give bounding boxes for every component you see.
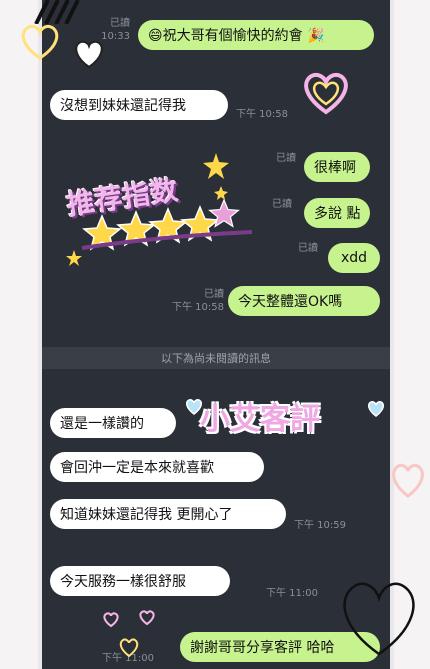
message-time: 下午 10:58 <box>236 109 288 120</box>
sparkle-icon <box>66 250 82 266</box>
heart-outline-icon <box>343 582 415 656</box>
heart-outline-icon <box>75 40 103 69</box>
message-text: 今天整體還OK嗎 <box>238 294 343 310</box>
message-bubble-incoming[interactable]: 沒想到妹妹還記得我 <box>50 90 228 120</box>
message-bubble-incoming[interactable]: 會回沖一定是本來就喜歡 <box>50 452 264 482</box>
sparkle-icon <box>203 153 229 179</box>
message-bubble-incoming[interactable]: 知道妹妹還記得我 更開心了 <box>50 499 286 529</box>
message-text: 會回沖一定是本來就喜歡 <box>60 460 214 476</box>
read-status: 已讀 <box>298 243 318 254</box>
heart-outline-icon <box>185 399 203 415</box>
heart-outline-icon <box>103 612 119 628</box>
heart-outline-icon <box>119 638 139 658</box>
heart-glow-icon <box>21 24 59 60</box>
message-text: 很棒啊 <box>314 160 356 176</box>
message-time: 下午 11:00 <box>266 588 318 599</box>
message-bubble-outgoing[interactable]: 很棒啊 <box>304 152 370 182</box>
message-bubble-incoming[interactable]: 還是一樣讚的 <box>50 408 176 438</box>
message-bubble-outgoing[interactable]: 😄祝大哥有個愉快的約會 🎉 <box>138 20 374 50</box>
message-text: 今天服務一樣很舒服 <box>60 574 186 590</box>
stripe-decoration <box>34 0 80 24</box>
message-text: 謝謝哥哥分享客評 哈哈 <box>190 640 335 656</box>
star-icon <box>82 205 220 251</box>
message-text: 😄祝大哥有個愉快的約會 🎉 <box>148 28 325 44</box>
message-text: 多說 點 <box>314 206 361 222</box>
message-text: 還是一樣讚的 <box>60 416 144 432</box>
read-status: 已讀 下午 10:58 <box>172 289 224 313</box>
message-text: 知道妹妹還記得我 更開心了 <box>60 507 233 523</box>
message-bubble-outgoing[interactable]: xdd <box>328 243 380 273</box>
read-status: 已讀 <box>276 153 296 164</box>
heart-outline-icon <box>139 610 155 626</box>
heart-glow-icon <box>304 72 348 115</box>
message-time: 下午 10:59 <box>294 520 346 531</box>
message-bubble-outgoing[interactable]: 多說 點 <box>304 198 370 228</box>
unread-divider: 以下為尚未閱讀的訊息 <box>42 347 390 369</box>
read-status: 已讀 <box>272 199 292 210</box>
rating-stars <box>81 198 253 251</box>
message-text: xdd <box>340 250 368 266</box>
heart-outline-icon <box>392 463 424 498</box>
sparkle-icon <box>214 186 228 200</box>
heart-outline-icon <box>367 401 385 417</box>
brand-sticker: 小艾客評 <box>200 402 320 437</box>
message-text: 沒想到妹妹還記得我 <box>60 98 186 114</box>
message-bubble-incoming[interactable]: 今天服務一樣很舒服 <box>50 566 230 596</box>
message-bubble-outgoing[interactable]: 今天整體還OK嗎 <box>228 286 380 316</box>
chat-window: 已讀 10:33 😄祝大哥有個愉快的約會 🎉 沒想到妹妹還記得我 下午 10:5… <box>38 0 394 669</box>
